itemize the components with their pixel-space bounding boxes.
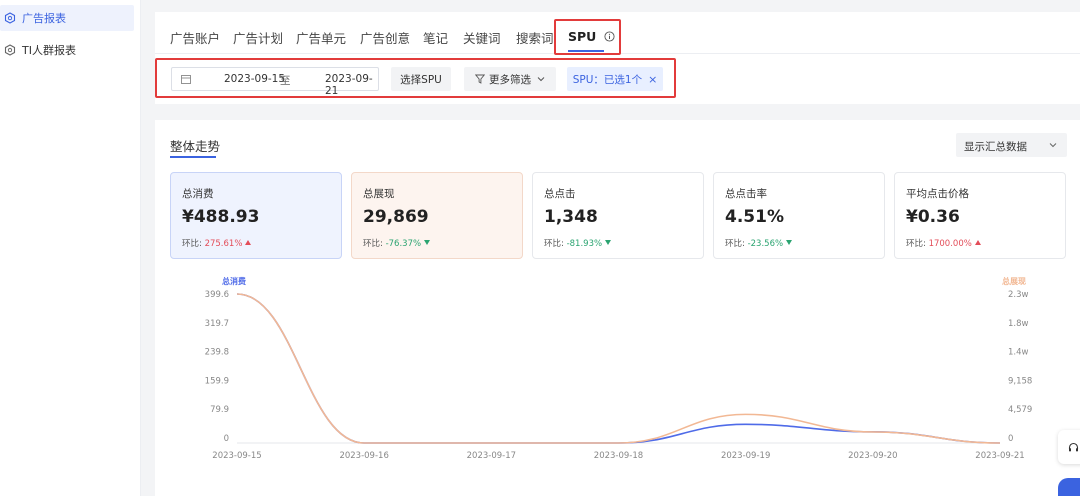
display-mode-value: 显示汇总数据: [964, 141, 1027, 153]
tab-ad-account[interactable]: 广告账户: [170, 28, 220, 47]
chevron-down-icon: [1049, 143, 1057, 148]
comparison-value: 1700.00%: [928, 239, 972, 249]
left-axis-title: 总消费: [222, 276, 246, 286]
comparison-label: 环比:: [906, 239, 926, 249]
x-axis-tick-label: 2023-09-17: [467, 451, 516, 461]
left-axis-tick-label: 399.6: [205, 290, 229, 300]
left-axis-tick-label: 79.9: [210, 405, 229, 415]
hexagon-icon: [4, 44, 16, 56]
metric-title: 总点击: [544, 188, 576, 200]
sidebar-item-label: TI人群报表: [22, 44, 76, 57]
comparison-value: -76.37%: [385, 239, 422, 249]
sidebar-item-label: 广告报表: [22, 12, 66, 25]
x-axis-tick-label: 2023-09-19: [721, 451, 770, 461]
tab-keywords[interactable]: 关键词: [463, 28, 501, 47]
section-title-indicator: [170, 156, 216, 158]
x-axis-tick-label: 2023-09-21: [975, 451, 1024, 461]
right-axis-tick-label: 4,579: [1008, 405, 1032, 415]
metric-comparison: 环比: -81.93%: [544, 237, 612, 249]
trend-chart[interactable]: 总消费 总展现 399.6 319.7 239.8 159.9 79.9 0 2.3w 1.8w 1…: [155, 270, 1080, 496]
metric-card-total-clicks[interactable]: 总点击 1,348 环比: -81.93%: [532, 172, 704, 259]
left-axis-tick-label: 0: [224, 434, 229, 444]
trend-up-icon: [974, 240, 981, 245]
tab-ad-plan[interactable]: 广告计划: [233, 28, 283, 47]
right-axis-tick-label: 9,158: [1008, 376, 1032, 386]
metric-card-avg-cpc[interactable]: 平均点击价格 ¥0.36 环比: 1700.00%: [894, 172, 1066, 259]
hexagon-icon: [4, 12, 16, 24]
comparison-label: 环比:: [725, 239, 745, 249]
x-axis-tick-label: 2023-09-15: [212, 451, 261, 461]
section-title[interactable]: 整体走势: [170, 136, 220, 155]
metric-title: 平均点击价格: [906, 188, 969, 200]
tab-search-terms[interactable]: 搜索词: [516, 28, 554, 47]
metric-value: ¥0.36: [906, 207, 960, 227]
metric-card-total-spend[interactable]: 总消费 ¥488.93 环比: 275.61%: [170, 172, 342, 259]
x-axis-tick-label: 2023-09-16: [339, 451, 388, 461]
comparison-label: 环比:: [544, 239, 564, 249]
right-axis-tick-label: 1.4w: [1008, 348, 1029, 358]
floating-action-button[interactable]: [1058, 478, 1080, 496]
trend-down-icon: [424, 240, 431, 245]
comparison-label: 环比:: [182, 239, 202, 249]
headset-icon: [1068, 442, 1079, 452]
tab-notes[interactable]: 笔记: [423, 28, 448, 47]
overall-trend-panel: 整体走势 显示汇总数据 总消费 ¥488.93 环比: 275.61% 总展现 …: [155, 120, 1080, 496]
comparison-value: -81.93%: [566, 239, 603, 249]
metric-title: 总点击率: [725, 188, 767, 200]
trend-down-icon: [786, 240, 793, 245]
sidebar-item-ad-report[interactable]: 广告报表: [0, 5, 134, 31]
tab-ad-unit[interactable]: 广告单元: [296, 28, 346, 47]
display-mode-select[interactable]: 显示汇总数据: [956, 133, 1067, 157]
series-line-impressions: [236, 293, 1001, 444]
series-line-spend: [236, 293, 1001, 444]
comparison-value: 275.61%: [204, 239, 243, 249]
report-header-panel: 广告账户 广告计划 广告单元 广告创意 笔记 关键词 搜索词 SPU 2023-…: [155, 12, 1080, 104]
right-axis-title: 总展现: [1002, 276, 1026, 286]
metric-value: 29,869: [363, 207, 429, 227]
left-axis-tick-label: 239.8: [205, 348, 229, 358]
metric-card-total-impressions[interactable]: 总展现 29,869 环比: -76.37%: [351, 172, 523, 259]
metric-comparison: 环比: 1700.00%: [906, 237, 981, 249]
comparison-value: -23.56%: [747, 239, 784, 249]
right-axis-tick-label: 2.3w: [1008, 290, 1029, 300]
tab-ad-creative[interactable]: 广告创意: [360, 28, 410, 47]
trend-up-icon: [245, 240, 252, 245]
comparison-label: 环比:: [363, 239, 383, 249]
customer-service-button[interactable]: [1058, 430, 1080, 464]
right-axis-tick-label: 1.8w: [1008, 319, 1029, 329]
metric-card-ctr[interactable]: 总点击率 4.51% 环比: -23.56%: [713, 172, 885, 259]
metric-comparison: 环比: -23.56%: [725, 237, 793, 249]
highlight-box-spu-tab: [554, 19, 621, 55]
metric-title: 总消费: [182, 188, 214, 200]
metric-comparison: 环比: -76.37%: [363, 237, 431, 249]
trend-down-icon: [605, 240, 612, 245]
metric-value: 4.51%: [725, 207, 784, 227]
highlight-box-filters: [155, 58, 676, 98]
metric-comparison: 环比: 275.61%: [182, 237, 252, 249]
left-axis-tick-label: 159.9: [205, 376, 229, 386]
sidebar-item-ti-report[interactable]: TI人群报表: [0, 37, 134, 63]
left-axis-tick-label: 319.7: [205, 319, 229, 329]
right-axis-tick-label: 0: [1008, 434, 1013, 444]
metric-value: 1,348: [544, 207, 598, 227]
sidebar: 广告报表 TI人群报表: [0, 0, 141, 496]
metric-title: 总展现: [363, 188, 395, 200]
x-axis-tick-label: 2023-09-20: [848, 451, 897, 461]
x-axis-tick-label: 2023-09-18: [594, 451, 643, 461]
metric-value: ¥488.93: [182, 207, 260, 227]
